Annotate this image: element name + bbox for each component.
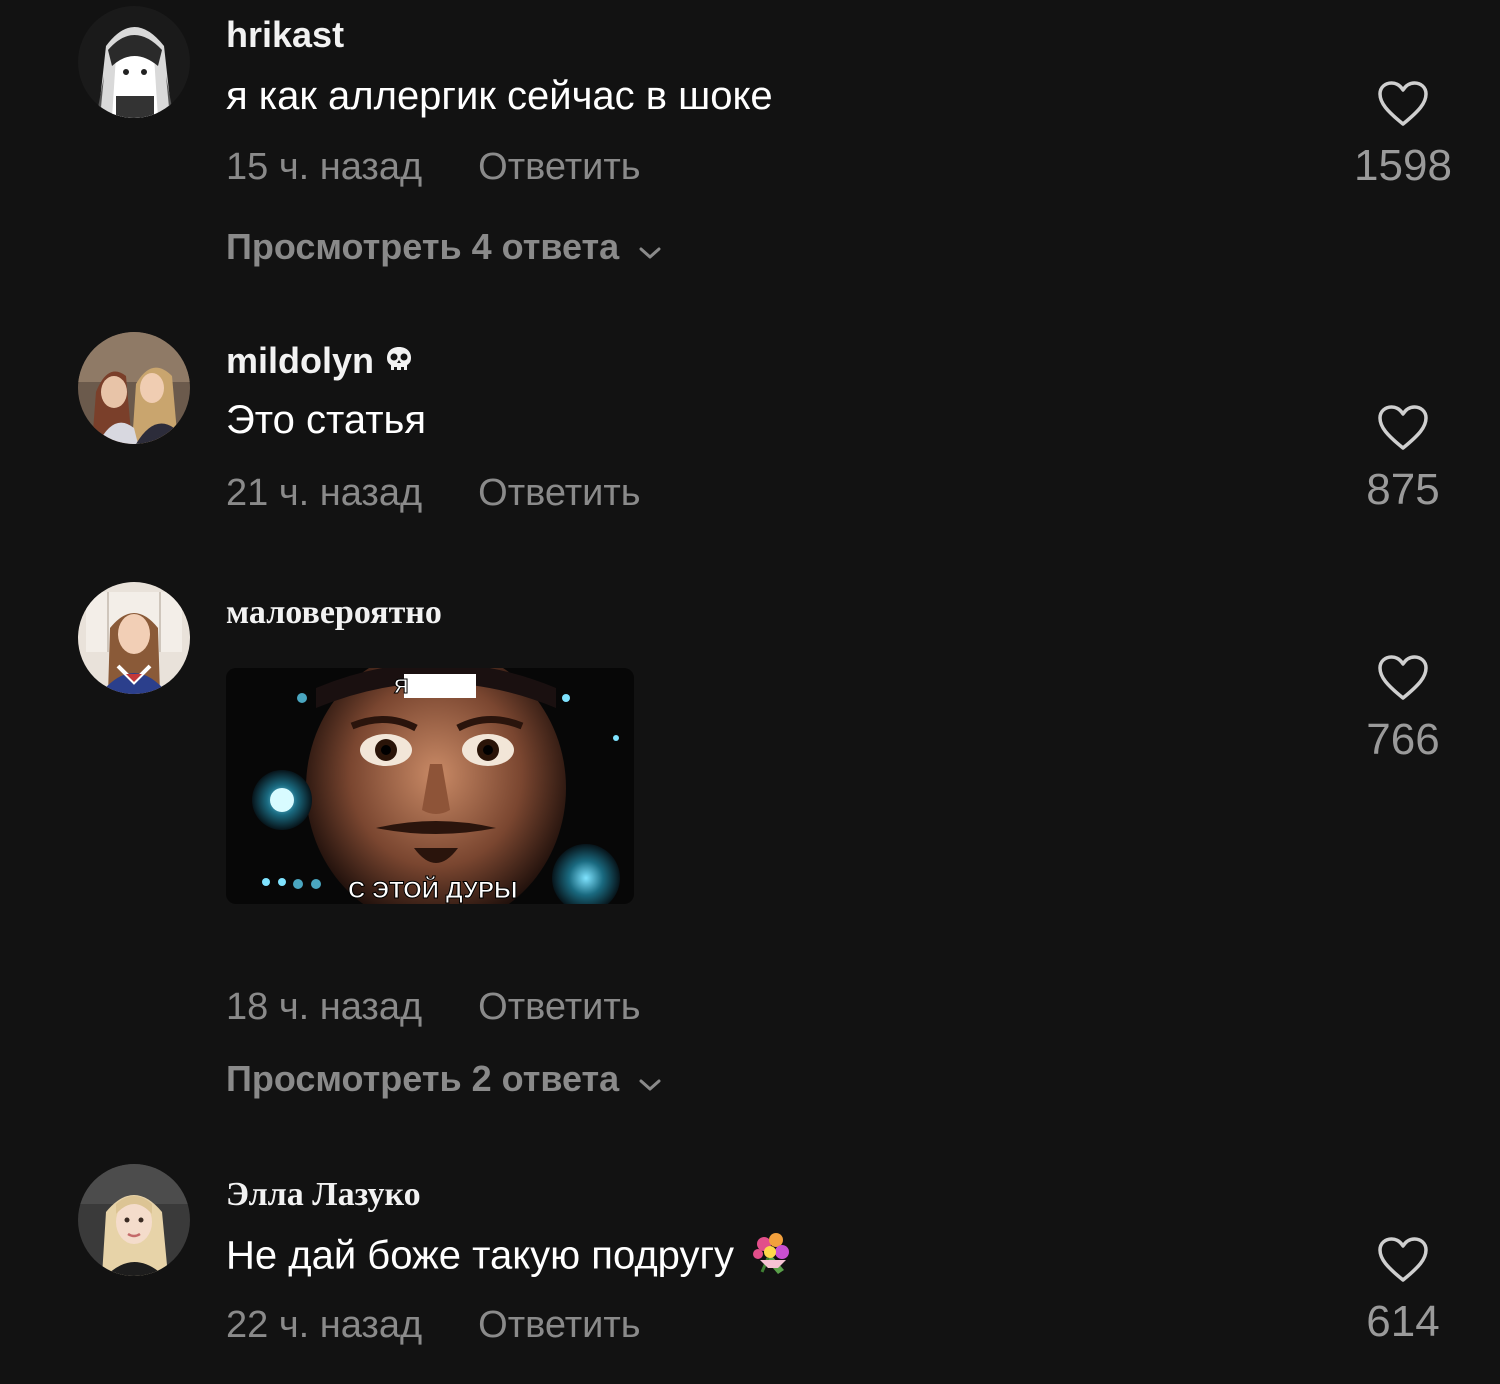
like-count: 875 (1366, 465, 1440, 514)
bouquet-icon (748, 1230, 796, 1286)
avatar-blonde-woman-icon (78, 1164, 190, 1276)
username[interactable]: маловероятно (226, 594, 442, 632)
chevron-down-icon (637, 228, 663, 270)
username[interactable]: Элла Лазуко (226, 1176, 421, 1214)
like-section: 766 (1330, 654, 1476, 765)
heart-icon[interactable] (1330, 80, 1476, 133)
reply-button[interactable]: Ответить (478, 986, 640, 1029)
username[interactable]: hrikast (226, 14, 344, 56)
comment-meta: 18 ч. назад Ответить (226, 986, 641, 1029)
view-replies-label: Просмотреть 4 ответа (226, 226, 620, 267)
like-count: 766 (1366, 715, 1440, 764)
avatar-woman-sailor-icon (78, 582, 190, 694)
comment-meta: 22 ч. назад Ответить (226, 1304, 641, 1347)
comment-text: я как аллергик сейчас в шоке (226, 74, 773, 118)
meme-image-graphic: Я С ЭТОЙ ДУРЫ (226, 668, 634, 904)
avatar[interactable] (78, 6, 190, 118)
comment-meta: 15 ч. назад Ответить (226, 146, 641, 189)
comment-text-label: Не дай боже такую подругу (226, 1233, 735, 1278)
avatar-anime-girl-icon (78, 6, 190, 118)
heart-icon[interactable] (1330, 654, 1476, 707)
timestamp: 15 ч. назад (226, 146, 423, 188)
avatar[interactable] (78, 582, 190, 694)
skull-icon (384, 342, 414, 384)
heart-icon[interactable] (1330, 1236, 1476, 1289)
timestamp: 21 ч. назад (226, 472, 423, 514)
reply-button[interactable]: Ответить (478, 146, 640, 189)
comment-text: Это статья (226, 398, 427, 442)
like-count: 614 (1366, 1297, 1440, 1346)
comment-text: Не дай боже такую подругу (226, 1230, 796, 1286)
username-label: mildolyn (226, 340, 375, 381)
heart-icon[interactable] (1330, 404, 1476, 457)
meme-image[interactable]: Я С ЭТОЙ ДУРЫ (226, 668, 634, 904)
reply-button[interactable]: Ответить (478, 472, 640, 515)
timestamp: 22 ч. назад (226, 1304, 423, 1346)
like-section: 875 (1330, 404, 1476, 515)
meme-top-text: Я (394, 676, 408, 698)
reply-button[interactable]: Ответить (478, 1304, 640, 1347)
like-section: 614 (1330, 1236, 1476, 1347)
comment-meta: 21 ч. назад Ответить (226, 472, 641, 515)
like-section: 1598 (1330, 80, 1476, 191)
chevron-down-icon (637, 1060, 663, 1102)
view-replies-label: Просмотреть 2 ответа (226, 1058, 620, 1099)
username[interactable]: mildolyn (226, 340, 414, 384)
view-replies-button[interactable]: Просмотреть 4 ответа (226, 226, 663, 270)
view-replies-button[interactable]: Просмотреть 2 ответа (226, 1058, 663, 1102)
avatar-two-women-icon (78, 332, 190, 444)
timestamp: 18 ч. назад (226, 986, 423, 1028)
avatar[interactable] (78, 332, 190, 444)
avatar[interactable] (78, 1164, 190, 1276)
like-count: 1598 (1354, 141, 1452, 190)
meme-bottom-text: С ЭТОЙ ДУРЫ (348, 876, 518, 904)
